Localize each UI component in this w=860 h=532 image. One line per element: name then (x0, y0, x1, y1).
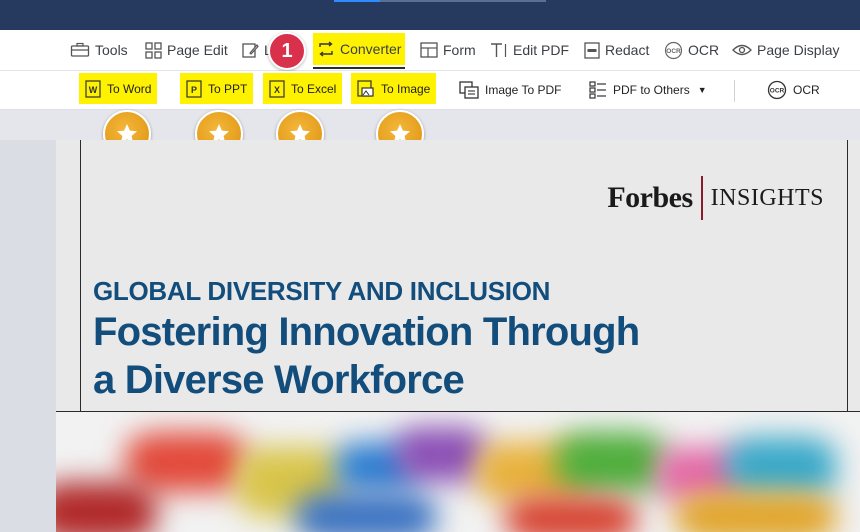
document-kicker: GLOBAL DIVERSITY AND INCLUSION (93, 276, 551, 306)
ppt-file-icon: P (186, 79, 202, 98)
ribbon-divider (734, 80, 735, 102)
menu-edit-pdf-label: Edit PDF (513, 42, 570, 58)
cover-photo (56, 412, 860, 532)
ribbon-ocr-button[interactable]: OCR OCR (767, 71, 820, 109)
to-word-label: To Word (107, 81, 152, 96)
image-file-icon (357, 79, 374, 97)
menu-tools-label: Tools (95, 42, 128, 58)
menu-ocr[interactable]: OCR OCR (664, 30, 719, 70)
photo-blob (296, 492, 436, 532)
to-excel-button[interactable]: X To Excel (263, 73, 343, 104)
main-menu-bar: Tools Page Edit L Converter Form Edit PD… (0, 30, 860, 71)
redact-icon (584, 41, 600, 59)
to-image-label: To Image (381, 81, 431, 96)
form-icon (420, 42, 438, 58)
photo-blob (506, 497, 636, 532)
menu-tools[interactable]: Tools (70, 30, 128, 70)
brand-subname: INSIGHTS (710, 184, 824, 211)
title-bar (0, 0, 860, 30)
brand-logo: Forbes INSIGHTS (607, 176, 824, 220)
to-ppt-label: To PPT (208, 81, 248, 96)
convert-arrows-icon (319, 41, 333, 57)
svg-text:X: X (274, 85, 280, 95)
menu-page-display-label: Page Display (757, 42, 840, 58)
to-excel-label: To Excel (291, 81, 337, 96)
menu-form-label: Form (443, 42, 476, 58)
headline-line-2: a Diverse Workforce (93, 358, 465, 402)
excel-file-icon: X (269, 79, 285, 98)
ocr-icon: OCR (767, 80, 787, 100)
menu-ocr-label: OCR (688, 42, 720, 58)
svg-text:P: P (191, 85, 197, 95)
brand-name: Forbes (607, 181, 693, 214)
thumbnail-panel (0, 140, 56, 532)
menu-redact[interactable]: Redact (584, 30, 649, 70)
svg-text:OCR: OCR (666, 48, 681, 55)
brand-divider (700, 176, 703, 220)
document-page[interactable]: Forbes INSIGHTS GLOBAL DIVERSITY AND INC… (56, 140, 860, 532)
menu-page-edit[interactable]: Page Edit (145, 30, 228, 70)
pdf-to-others-dropdown[interactable]: PDF to Others ▼ (589, 71, 707, 109)
photo-blob (126, 432, 246, 492)
menu-page-display[interactable]: Page Display (732, 30, 840, 70)
to-ppt-button[interactable]: P To PPT (180, 73, 254, 104)
ocr-icon: OCR (664, 41, 683, 59)
photo-blob (676, 492, 836, 532)
menu-converter[interactable]: Converter (313, 33, 406, 69)
grid-icon (145, 41, 162, 59)
pdf-to-others-label: PDF to Others (613, 83, 690, 97)
to-image-button[interactable]: To Image (351, 73, 437, 104)
headline-line-1: Fostering Innovation Through (93, 310, 640, 354)
ribbon-ocr-label: OCR (793, 83, 820, 97)
image-to-pdf-label: Image To PDF (485, 83, 562, 97)
toolbox-icon (70, 42, 90, 57)
svg-text:W: W (89, 85, 98, 95)
photo-blob (56, 482, 156, 532)
text-cursor-icon (491, 42, 507, 57)
step-badge: 1 (268, 32, 306, 70)
pencil-icon (242, 42, 259, 58)
eye-icon (732, 44, 752, 56)
menu-edit-pdf[interactable]: Edit PDF (490, 30, 569, 70)
word-file-icon: W (85, 79, 101, 98)
menu-form[interactable]: Form (420, 30, 476, 70)
list-icon (589, 81, 606, 99)
chevron-down-icon: ▼ (697, 85, 707, 95)
image-to-pdf-button[interactable]: Image To PDF (459, 71, 561, 109)
tab-strip-active-line (334, 0, 380, 2)
document-headline: Fostering Innovation Through a Diverse W… (93, 308, 640, 404)
photo-blob (556, 432, 666, 492)
photo-blob (396, 427, 486, 482)
to-word-button[interactable]: W To Word (79, 73, 158, 104)
image-to-pdf-icon (459, 81, 479, 99)
menu-page-edit-label: Page Edit (167, 42, 228, 58)
svg-text:OCR: OCR (770, 88, 785, 95)
converter-ribbon: W To Word P To PPT X To Excel To Image I… (0, 71, 860, 110)
menu-redact-label: Redact (605, 42, 650, 58)
menu-converter-label: Converter (340, 41, 402, 57)
page-margin-line-top (56, 411, 860, 412)
photo-blob (726, 437, 836, 497)
